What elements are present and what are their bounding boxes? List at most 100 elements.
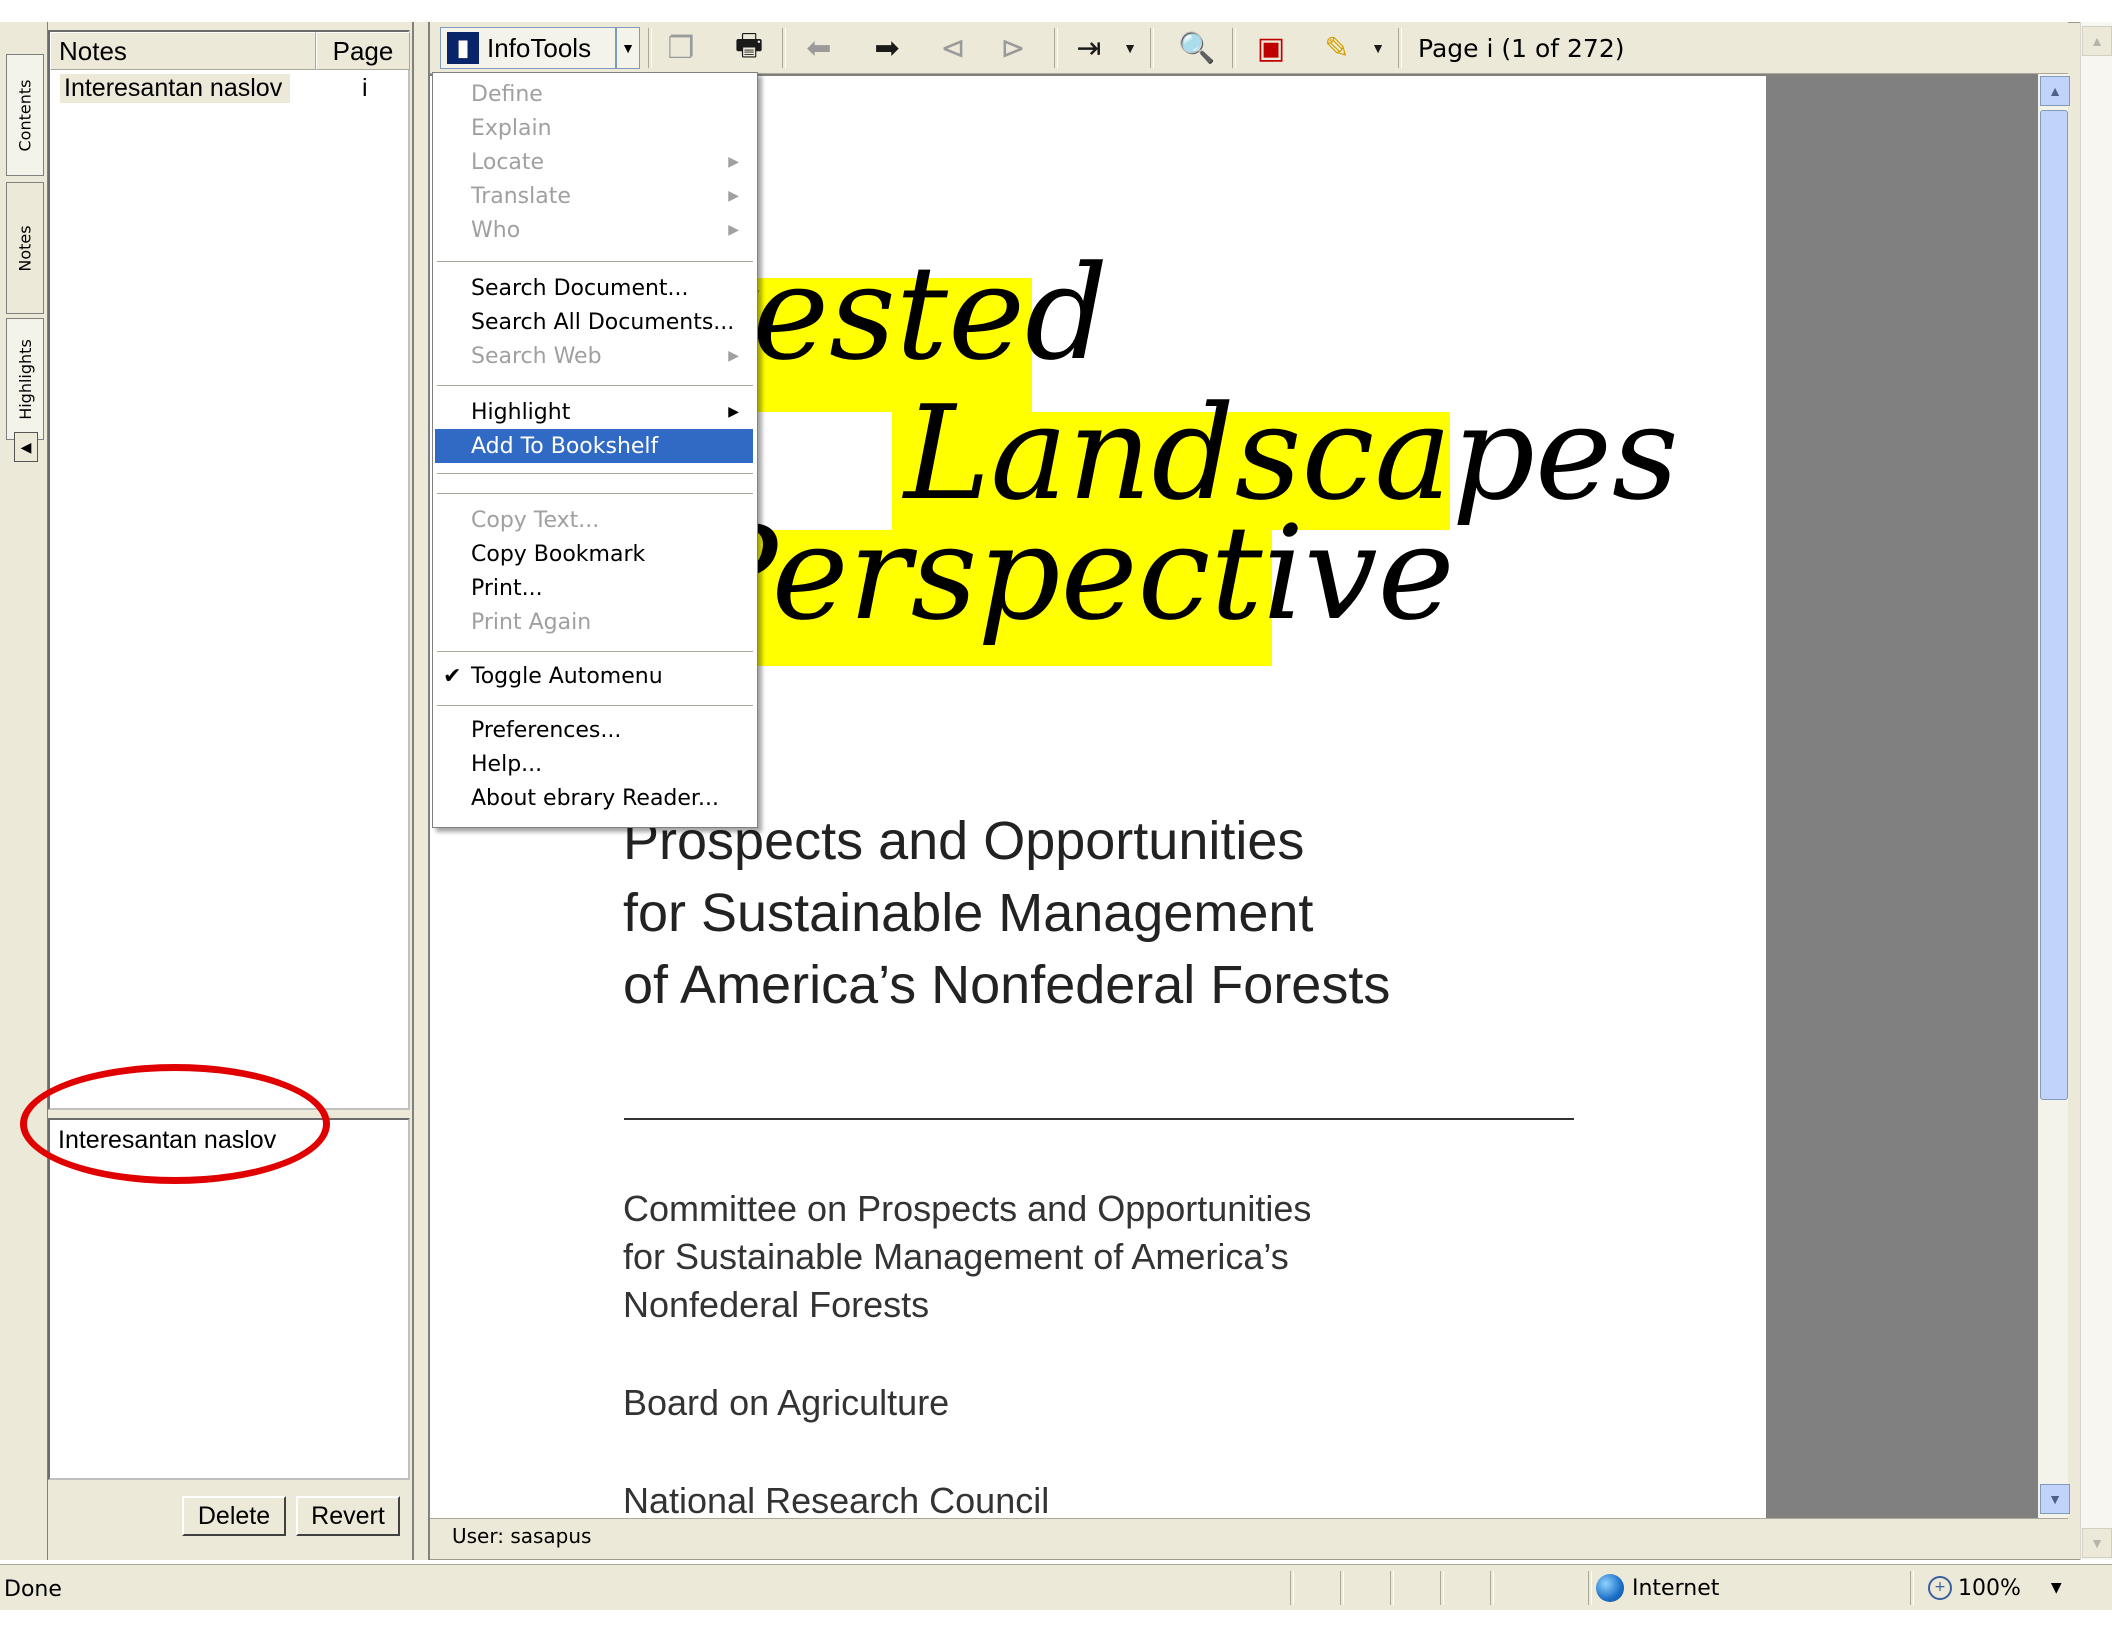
annotation-circle <box>20 1064 330 1184</box>
submenu-arrow-icon: ▶ <box>728 188 739 204</box>
menu-item-search-document[interactable]: Search Document... <box>435 271 753 305</box>
zoom-dropdown-icon[interactable]: ▼ <box>2051 1580 2062 1596</box>
document-rule <box>624 1118 1574 1120</box>
menu-item-search-web[interactable]: Search Web ▶ <box>435 339 753 373</box>
status-divider <box>1390 1571 1394 1605</box>
menu-item-preferences[interactable]: Preferences... <box>435 713 753 747</box>
submenu-arrow-icon: ▶ <box>728 348 739 364</box>
scrollbar-thumb[interactable] <box>2040 110 2068 1100</box>
collapse-panel-button[interactable]: ◀ <box>14 432 38 462</box>
committee-line: Nonfederal Forests <box>623 1284 930 1325</box>
delete-button[interactable]: Delete <box>182 1496 286 1536</box>
menu-item-copy-text[interactable]: Copy Text... <box>435 503 753 537</box>
menu-item-label: Toggle Automenu <box>471 663 663 689</box>
menu-item-about[interactable]: About ebrary Reader... <box>435 781 753 815</box>
user-bar: User: sasapus <box>430 1518 2068 1552</box>
status-divider <box>1440 1571 1444 1605</box>
zoom-level: 100% <box>1958 1575 2021 1601</box>
menu-item-who[interactable]: Who ▶ <box>435 213 753 247</box>
board-line: Board on Agriculture <box>623 1382 950 1423</box>
menu-separator <box>437 651 753 654</box>
infotools-label: InfoTools <box>487 32 592 63</box>
tab-contents-label: Contents <box>15 79 35 151</box>
status-divider <box>1588 1571 1592 1605</box>
panel-divider[interactable] <box>412 22 430 1560</box>
menu-item-add-to-bookshelf[interactable]: Add To Bookshelf <box>435 429 753 463</box>
go-to-page-icon[interactable]: ⇥ <box>1068 28 1110 68</box>
revert-button[interactable]: Revert <box>296 1496 400 1536</box>
note-page: i <box>362 74 368 102</box>
menu-item-explain[interactable]: Explain <box>435 111 753 145</box>
menu-separator <box>437 493 753 496</box>
collapse-arrow-icon: ◀ <box>20 438 32 455</box>
document-subtitle-line: of America’s Nonfederal Forests <box>623 955 1391 1015</box>
check-icon: ✔ <box>443 663 462 689</box>
next-search-icon[interactable]: ⊳ <box>992 28 1034 68</box>
menu-item-translate[interactable]: Translate ▶ <box>435 179 753 213</box>
tab-notes-label: Notes <box>15 224 35 272</box>
menu-item-label: Highlight <box>471 399 571 425</box>
forward-arrow-icon[interactable]: ➡ <box>866 28 908 68</box>
menu-item-label: Help... <box>471 751 543 777</box>
menu-item-highlight[interactable]: Highlight ▶ <box>435 395 753 429</box>
column-header-page[interactable]: Page <box>316 32 410 70</box>
menu-separator <box>437 705 753 708</box>
menu-item-define[interactable]: Define <box>435 77 753 111</box>
infotools-dropdown-arrow[interactable]: ▼ <box>616 27 640 69</box>
menu-item-label: Who <box>471 217 521 243</box>
menu-item-label: Translate <box>471 183 571 209</box>
highlighter-icon[interactable]: ✎ <box>1316 28 1358 68</box>
menu-item-locate[interactable]: Locate ▶ <box>435 145 753 179</box>
highlighter-dropdown-icon[interactable]: ▼ <box>1366 28 1390 68</box>
copy-icon[interactable]: ❐ <box>660 28 702 68</box>
notes-list[interactable]: Notes Page Interesantan naslov i <box>48 30 410 1110</box>
menu-item-help[interactable]: Help... <box>435 747 753 781</box>
menu-item-label: Search Document... <box>471 275 689 301</box>
menu-item-label: Search All Documents... <box>471 309 735 335</box>
submenu-arrow-icon: ▶ <box>728 154 739 170</box>
browser-scrollbar[interactable] <box>2080 22 2112 1560</box>
scroll-down-icon[interactable]: ▼ <box>2040 1484 2070 1514</box>
menu-item-print[interactable]: Print... <box>435 571 753 605</box>
status-divider <box>1910 1571 1914 1605</box>
zoom-icon[interactable]: 🔍 <box>1176 28 1218 68</box>
committee-line: Committee on Prospects and Opportunities <box>623 1188 1312 1229</box>
menu-item-label: About ebrary Reader... <box>471 785 719 811</box>
tab-contents[interactable]: Contents <box>6 54 44 176</box>
prev-search-icon[interactable]: ⊲ <box>932 28 974 68</box>
menu-item-label: Define <box>471 81 543 107</box>
tab-highlights[interactable]: Highlights <box>6 318 44 440</box>
menu-item-search-all-documents[interactable]: Search All Documents... <box>435 305 753 339</box>
tab-notes[interactable]: Notes <box>6 182 44 314</box>
menu-item-label: Print... <box>471 575 543 601</box>
status-divider <box>1490 1571 1494 1605</box>
column-header-notes[interactable]: Notes <box>50 32 316 70</box>
print-icon[interactable]: 🖶 <box>728 28 770 68</box>
menu-item-toggle-automenu[interactable]: ✔ Toggle Automenu <box>435 659 753 693</box>
list-item[interactable]: Interesantan naslov i <box>54 74 410 106</box>
document-subtitle-line: for Sustainable Management <box>623 883 1314 943</box>
menu-item-label: Locate <box>471 149 545 175</box>
scroll-up-icon[interactable]: ▲ <box>2040 76 2070 106</box>
submenu-arrow-icon: ▶ <box>728 222 739 238</box>
menu-separator <box>437 385 753 388</box>
menu-item-label: Copy Bookmark <box>471 541 646 567</box>
go-to-page-dropdown-icon[interactable]: ▼ <box>1118 28 1142 68</box>
status-divider <box>1290 1571 1294 1605</box>
browser-scroll-up-icon[interactable]: ▲ <box>2082 26 2112 56</box>
toolbar-separator <box>782 28 786 68</box>
browser-scroll-down-icon[interactable]: ▼ <box>2082 1528 2112 1558</box>
tab-highlights-label: Highlights <box>15 338 35 420</box>
infotools-logo-icon: ▮ <box>447 32 479 64</box>
bookmark-icon[interactable]: ▣ <box>1250 28 1292 68</box>
zoom-control[interactable]: + 100% ▼ <box>1928 1571 2062 1605</box>
menu-item-print-again[interactable]: Print Again <box>435 605 753 639</box>
infotools-button[interactable]: ▮ InfoTools <box>440 27 616 69</box>
status-text: Done <box>4 1577 62 1602</box>
status-divider <box>1340 1571 1344 1605</box>
back-arrow-icon[interactable]: ⬅ <box>798 28 840 68</box>
menu-item-copy-bookmark[interactable]: Copy Bookmark <box>435 537 753 571</box>
menu-separator <box>437 261 753 264</box>
committee-line: for Sustainable Management of America’s <box>623 1236 1289 1277</box>
infotools-menu: Define Explain Locate ▶ Translate ▶ Who ▶ S… <box>432 72 758 828</box>
